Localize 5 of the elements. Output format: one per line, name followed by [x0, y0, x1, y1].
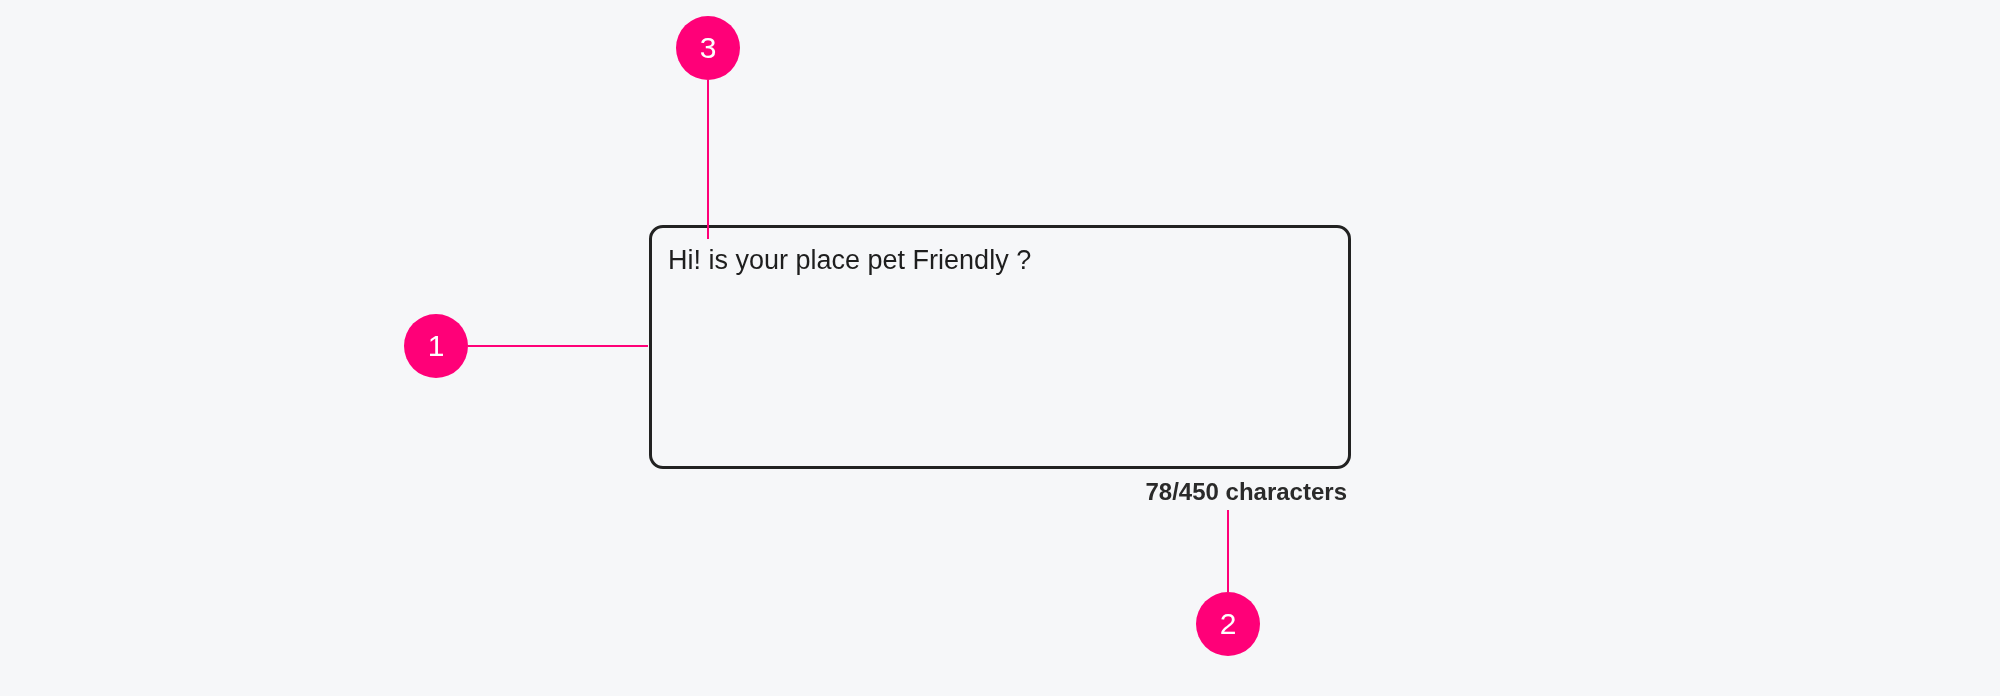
callout-marker: 1	[404, 314, 468, 378]
character-count: 78/450 characters	[1145, 478, 1347, 507]
message-field[interactable]: Hi! is your place pet Friendly ?	[649, 225, 1351, 469]
callout-marker: 2	[1196, 592, 1260, 656]
callout-marker: 3	[676, 16, 740, 80]
